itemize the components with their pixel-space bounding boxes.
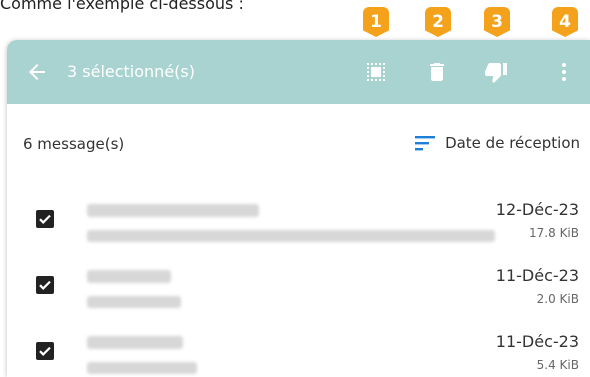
selection-count-title: 3 sélectionné(s) <box>67 62 195 81</box>
badge-1: 1 <box>363 7 389 37</box>
check-icon <box>39 346 51 356</box>
row-size: 2.0 KiB <box>536 292 579 306</box>
badge-4: 4 <box>552 7 578 37</box>
badge-3: 3 <box>484 7 510 37</box>
more-vertical-icon[interactable] <box>552 60 576 84</box>
badge-2: 2 <box>425 7 451 37</box>
check-icon <box>39 280 51 290</box>
subject-redacted <box>87 230 495 242</box>
sender-redacted <box>87 336 183 349</box>
message-row[interactable]: 12-Déc-23 17.8 KiB <box>7 190 590 252</box>
trash-icon[interactable] <box>425 60 449 84</box>
thumbs-down-icon[interactable] <box>484 60 508 84</box>
row-size: 5.4 KiB <box>536 358 579 372</box>
subject-redacted <box>87 362 197 374</box>
row-date: 11-Déc-23 <box>495 332 579 351</box>
row-checkbox[interactable] <box>36 210 54 228</box>
row-size: 17.8 KiB <box>529 226 579 240</box>
message-row[interactable]: 11-Déc-23 5.4 KiB <box>7 322 590 377</box>
message-row[interactable]: 11-Déc-23 2.0 KiB <box>7 256 590 318</box>
sort-button[interactable]: Date de réception <box>415 134 580 152</box>
sort-icon <box>415 136 436 151</box>
sender-redacted <box>87 270 171 283</box>
row-checkbox[interactable] <box>36 342 54 360</box>
sort-label: Date de réception <box>445 134 580 152</box>
subject-redacted <box>87 296 181 308</box>
sender-redacted <box>87 204 259 217</box>
select-all-icon[interactable] <box>364 60 388 84</box>
check-icon <box>39 214 51 224</box>
mail-list-card: 3 sélectionné(s) 6 message(s) Date de ré… <box>7 40 590 377</box>
list-subheader: 6 message(s) Date de réception <box>7 124 590 164</box>
row-checkbox[interactable] <box>36 276 54 294</box>
selection-app-bar: 3 sélectionné(s) <box>7 40 590 104</box>
row-date: 12-Déc-23 <box>495 200 579 219</box>
arrow-left-icon[interactable] <box>25 60 49 84</box>
row-date: 11-Déc-23 <box>495 266 579 285</box>
message-count: 6 message(s) <box>23 135 125 153</box>
